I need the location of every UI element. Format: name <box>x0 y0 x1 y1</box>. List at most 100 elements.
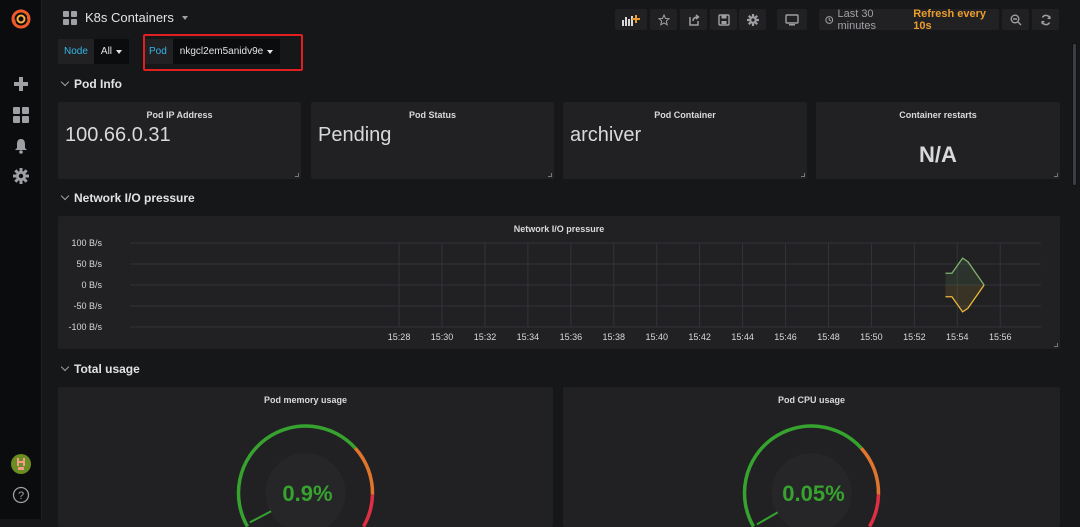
y-tick-label: 0 B/s <box>81 280 102 290</box>
user-avatar[interactable] <box>11 454 31 474</box>
x-tick-label: 15:56 <box>989 332 1012 342</box>
star-icon <box>658 14 670 26</box>
gauge-threshold-red <box>870 494 879 526</box>
star-button[interactable] <box>650 9 677 30</box>
memory-gauge: 0.9% <box>58 387 553 527</box>
chevron-down-icon <box>61 192 69 200</box>
dashboard-grid-icon <box>63 11 77 25</box>
x-tick-label: 15:34 <box>517 332 540 342</box>
gear-icon[interactable] <box>12 167 30 185</box>
refresh-button[interactable] <box>1032 9 1059 30</box>
x-tick-label: 15:28 <box>388 332 411 342</box>
x-tick-label: 15:32 <box>474 332 497 342</box>
create-icon[interactable] <box>12 75 30 93</box>
alerting-bell-icon[interactable] <box>12 137 30 155</box>
panel-pod-status: Pod Status Pending <box>311 102 554 179</box>
panel-pod-memory-gauge: Pod memory usage 0.9% <box>58 387 553 527</box>
save-icon <box>718 14 730 26</box>
chevron-down-icon <box>61 363 69 371</box>
cpu-gauge: 0.05% <box>563 387 1060 527</box>
x-tick-label: 15:42 <box>688 332 711 342</box>
x-tick-label: 15:54 <box>946 332 969 342</box>
gauge-needle <box>250 511 271 522</box>
add-panel-button[interactable] <box>615 9 647 30</box>
chevron-down-icon <box>61 78 69 86</box>
clock-icon <box>825 15 833 25</box>
resize-handle[interactable] <box>548 173 552 177</box>
svg-text:?: ? <box>18 490 24 502</box>
row-title: Total usage <box>74 362 140 376</box>
time-picker-button[interactable]: Last 30 minutes Refresh every 10s <box>819 9 999 30</box>
panel-title[interactable]: Pod Container <box>563 110 807 120</box>
chevron-down-icon <box>116 50 122 54</box>
y-tick-label: 50 B/s <box>76 259 102 269</box>
stat-value: Pending <box>318 124 391 147</box>
panel-pod-container: Pod Container archiver <box>563 102 807 179</box>
monitor-icon <box>785 14 799 26</box>
x-tick-label: 15:40 <box>645 332 668 342</box>
series-area-received <box>945 258 984 285</box>
gauge-threshold-orange <box>861 448 878 494</box>
grafana-logo-icon[interactable] <box>10 8 32 30</box>
dashboard-picker[interactable]: K8s Containers <box>63 10 188 25</box>
refresh-icon <box>1040 14 1052 26</box>
gauge-threshold-orange <box>355 448 372 494</box>
variable-node-value: All <box>101 46 112 57</box>
row-pod-info[interactable]: Pod Info <box>62 77 122 91</box>
x-tick-label: 15:52 <box>903 332 926 342</box>
variable-node: Node All <box>58 39 129 64</box>
panel-container-restarts: Container restarts N/A <box>816 102 1060 179</box>
top-navbar: K8s Containers Last 30 minutes Refresh e… <box>43 0 1080 40</box>
panel-title[interactable]: Container restarts <box>816 110 1060 120</box>
settings-button[interactable] <box>739 9 766 30</box>
help-icon[interactable]: ? <box>12 486 30 504</box>
panel-title[interactable]: Pod Status <box>311 110 554 120</box>
gauge-threshold-red <box>364 494 373 526</box>
stat-value: N/A <box>816 142 1060 168</box>
gear-icon <box>747 14 759 26</box>
y-tick-label: 100 B/s <box>71 238 102 248</box>
main-content: K8s Containers Last 30 minutes Refresh e… <box>43 0 1080 519</box>
x-tick-label: 15:46 <box>774 332 797 342</box>
chevron-down-icon <box>267 50 273 54</box>
dashboard-title: K8s Containers <box>85 10 174 25</box>
x-tick-label: 15:30 <box>431 332 454 342</box>
variable-pod-dropdown[interactable]: nkgcl2em5anidv9e <box>173 39 280 64</box>
add-panel-icon <box>622 14 640 26</box>
resize-handle[interactable] <box>1054 173 1058 177</box>
variable-node-label: Node <box>58 39 94 64</box>
resize-handle[interactable] <box>1054 343 1058 347</box>
variable-pod: Pod nkgcl2em5anidv9e <box>143 39 280 64</box>
network-io-chart[interactable]: 100 B/s 50 B/s 0 B/s -50 B/s -100 B/s 15:28 15… <box>58 216 1060 349</box>
y-tick-label: -100 B/s <box>68 322 102 332</box>
resize-handle[interactable] <box>801 173 805 177</box>
stat-value: archiver <box>570 124 641 147</box>
view-mode-button[interactable] <box>777 9 807 30</box>
dashboards-icon[interactable] <box>12 106 30 124</box>
x-tick-label: 15:48 <box>817 332 840 342</box>
zoom-out-button[interactable] <box>1002 9 1029 30</box>
stat-value: 100.66.0.31 <box>65 124 171 147</box>
page-scrollbar[interactable] <box>1072 43 1077 186</box>
panel-network-io-graph: Network I/O pressure 100 B/s50 B/s0 B/s-… <box>58 216 1060 349</box>
row-title: Pod Info <box>74 77 122 91</box>
variable-pod-value: nkgcl2em5anidv9e <box>180 46 263 57</box>
row-network-io[interactable]: Network I/O pressure <box>62 191 195 205</box>
panel-pod-cpu-gauge: Pod CPU usage 0.05% <box>563 387 1060 527</box>
x-tick-label: 15:38 <box>603 332 626 342</box>
series-area-transmitted <box>945 285 984 312</box>
x-tick-label: 15:36 <box>560 332 583 342</box>
save-button[interactable] <box>710 9 737 30</box>
share-button[interactable] <box>680 9 707 30</box>
row-total-usage[interactable]: Total usage <box>62 362 140 376</box>
resize-handle[interactable] <box>295 173 299 177</box>
panel-pod-ip: Pod IP Address 100.66.0.31 <box>58 102 301 179</box>
row-title: Network I/O pressure <box>74 191 195 205</box>
panel-title[interactable]: Pod IP Address <box>58 110 301 120</box>
variable-node-dropdown[interactable]: All <box>94 39 129 64</box>
variable-pod-label: Pod <box>143 39 173 64</box>
share-icon <box>688 14 700 26</box>
y-tick-label: -50 B/s <box>73 301 102 311</box>
sidebar: ? <box>0 0 42 519</box>
zoom-out-icon <box>1010 14 1022 26</box>
